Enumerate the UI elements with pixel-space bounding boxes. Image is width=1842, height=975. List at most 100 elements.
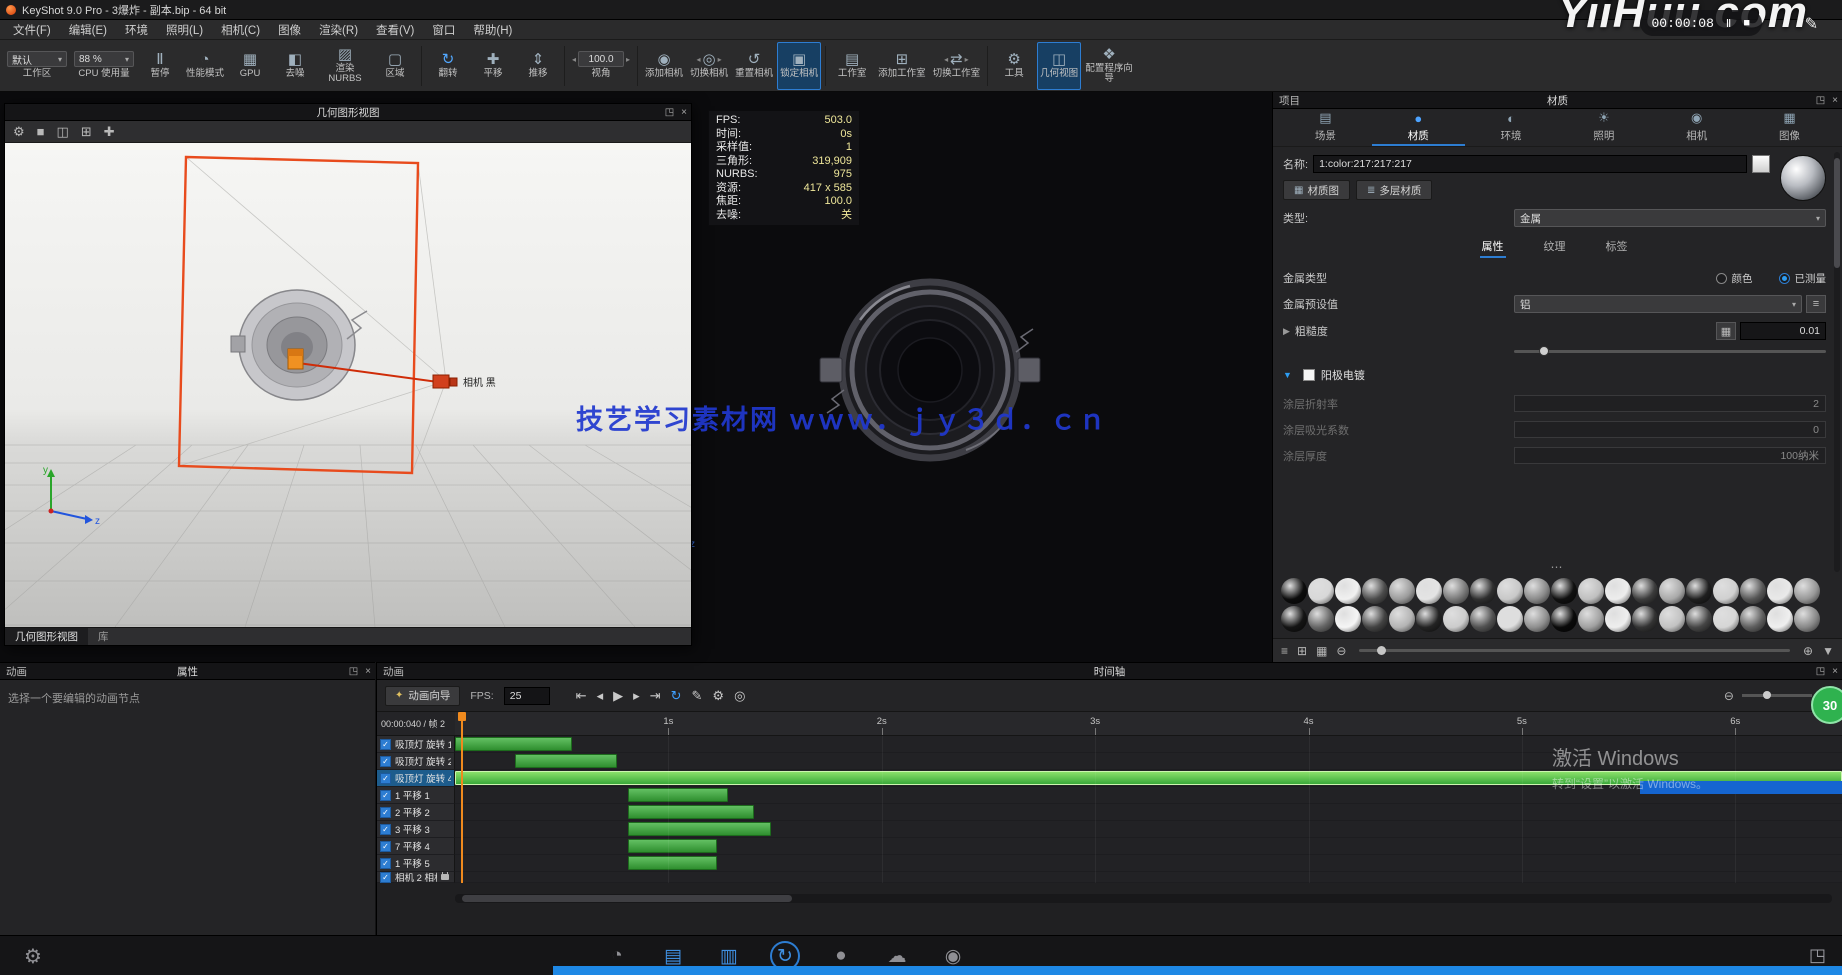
- small-thumbs-icon[interactable]: ⊞: [1297, 644, 1307, 658]
- material-swatch[interactable]: [1767, 578, 1793, 604]
- pause-button[interactable]: Ⅱ暂停: [138, 42, 182, 90]
- stop-icon[interactable]: ■: [1743, 17, 1750, 29]
- settings-button[interactable]: ⚙: [13, 124, 25, 140]
- project-tab-6[interactable]: ▦图像: [1743, 109, 1836, 146]
- filter-icon[interactable]: ▼: [1822, 644, 1834, 658]
- zoom-out-icon[interactable]: ⊖: [1724, 689, 1734, 703]
- track-checkbox[interactable]: ✓: [380, 858, 391, 869]
- track-lane[interactable]: [455, 872, 1842, 883]
- float-panel-icon[interactable]: ◳: [665, 107, 674, 118]
- track-checkbox[interactable]: ✓: [380, 841, 391, 852]
- material-swatch[interactable]: [1740, 578, 1766, 604]
- geometry-viewport[interactable]: 相机 黑 y z: [5, 143, 691, 627]
- track-header[interactable]: ✓7 平移 4: [377, 838, 455, 855]
- material-swatch[interactable]: [1578, 606, 1604, 632]
- close-panel-icon[interactable]: ×: [365, 666, 371, 677]
- track-lane[interactable]: [455, 838, 1842, 855]
- material-subtab-2[interactable]: 纹理: [1542, 236, 1568, 258]
- material-swatch[interactable]: [1578, 578, 1604, 604]
- roughness-field[interactable]: 0.01: [1740, 322, 1826, 340]
- geometry-tab-2[interactable]: 库: [88, 628, 119, 645]
- material-swatch[interactable]: [1686, 578, 1712, 604]
- material-swatch[interactable]: [1281, 578, 1307, 604]
- material-swatch[interactable]: [1389, 578, 1415, 604]
- metal-type-option-2[interactable]: 已测量: [1779, 271, 1827, 286]
- material-swatch[interactable]: [1713, 578, 1739, 604]
- material-swatch[interactable]: [1308, 578, 1334, 604]
- menu-item-9[interactable]: 窗口: [423, 20, 464, 39]
- material-swatch[interactable]: [1362, 578, 1388, 604]
- float-panel-icon[interactable]: ◳: [349, 666, 358, 677]
- roughness-slider[interactable]: [1514, 345, 1826, 357]
- keyframe-bar[interactable]: [628, 788, 728, 802]
- keyframe-bar[interactable]: [628, 822, 771, 836]
- track-header[interactable]: ✓1 平移 1: [377, 787, 455, 804]
- geometry-view-button[interactable]: ◫几何视图: [1037, 42, 1081, 90]
- step-forward-button[interactable]: ▸: [633, 688, 640, 704]
- menu-item-6[interactable]: 图像: [269, 20, 310, 39]
- material-swatch[interactable]: [1308, 606, 1334, 632]
- material-swatch[interactable]: [1713, 606, 1739, 632]
- project-tab-2[interactable]: ●材质: [1372, 109, 1465, 146]
- material-swatch[interactable]: [1497, 578, 1523, 604]
- preset-menu-button[interactable]: ≡: [1806, 295, 1826, 313]
- material-swatch[interactable]: [1470, 606, 1496, 632]
- material-name-field[interactable]: 1:color:217:217:217: [1313, 155, 1747, 173]
- track-checkbox[interactable]: ✓: [380, 790, 391, 801]
- material-subtab-3[interactable]: 标签: [1604, 236, 1630, 258]
- menu-item-8[interactable]: 查看(V): [367, 20, 423, 39]
- tumble-button[interactable]: ↻翻转: [426, 42, 470, 90]
- scrollbar-thumb[interactable]: [1834, 158, 1840, 268]
- reset-camera-button[interactable]: ↺重置相机: [732, 42, 776, 90]
- material-swatch[interactable]: [1443, 606, 1469, 632]
- metal-preset-select[interactable]: 铝 ▾: [1514, 295, 1802, 313]
- material-swatch[interactable]: [1551, 578, 1577, 604]
- zoom-slider[interactable]: [1742, 694, 1812, 697]
- material-swatch[interactable]: [1362, 606, 1388, 632]
- track-checkbox[interactable]: ✓: [380, 872, 391, 883]
- fps-field[interactable]: 25: [504, 687, 550, 705]
- material-swatch[interactable]: [1659, 578, 1685, 604]
- keyframe-bar[interactable]: [455, 737, 572, 751]
- fov-field-value[interactable]: 100.0: [578, 51, 624, 67]
- cpu-usage-combo[interactable]: 88 %▾CPU 使用量: [71, 49, 137, 82]
- large-thumbs-icon[interactable]: ▦: [1316, 644, 1327, 658]
- keyframe-bar[interactable]: [628, 805, 754, 819]
- add-studio-button[interactable]: ⊞添加工作室: [875, 42, 929, 90]
- track-lane[interactable]: [455, 804, 1842, 821]
- menu-item-3[interactable]: 环境: [116, 20, 157, 39]
- material-subtab-1[interactable]: 属性: [1480, 236, 1506, 258]
- slider-thumb[interactable]: [1539, 346, 1549, 356]
- project-tab-1[interactable]: ▤场景: [1279, 109, 1372, 146]
- track-header[interactable]: ✓3 平移 3: [377, 821, 455, 838]
- menu-item-7[interactable]: 渲染(R): [310, 20, 367, 39]
- anodize-checkbox[interactable]: [1303, 369, 1315, 381]
- material-swatch[interactable]: [1416, 606, 1442, 632]
- pan-button[interactable]: ✚平移: [471, 42, 515, 90]
- zoom-in-icon[interactable]: ⊕: [1803, 644, 1813, 658]
- float-panel-icon[interactable]: ◳: [1816, 95, 1825, 106]
- close-panel-icon[interactable]: ×: [1832, 95, 1838, 106]
- menu-item-1[interactable]: 文件(F): [4, 20, 60, 39]
- region-button[interactable]: ▢区域: [373, 42, 417, 90]
- timeline-ruler[interactable]: 1s2s3s4s5s6s: [455, 712, 1842, 736]
- move-button[interactable]: ✚: [104, 124, 115, 140]
- material-swatch[interactable]: [1686, 606, 1712, 632]
- wizard-button[interactable]: ❖配置程序向导: [1082, 42, 1136, 90]
- settings-button[interactable]: ⚙: [712, 688, 724, 704]
- lock-camera-button[interactable]: ▣锁定相机: [777, 42, 821, 90]
- material-swatch[interactable]: [1335, 578, 1361, 604]
- slider-thumb[interactable]: [1763, 691, 1771, 699]
- metal-type-option-1[interactable]: 颜色: [1716, 271, 1753, 286]
- track-header[interactable]: ✓吸顶灯 旋转 2: [377, 753, 455, 770]
- curve-button[interactable]: ✎: [692, 688, 703, 704]
- jump-start-button[interactable]: ⇤: [576, 688, 587, 704]
- pencil-icon[interactable]: ✎: [1805, 14, 1818, 34]
- add-camera-button[interactable]: ◉添加相机: [642, 42, 686, 90]
- gpu-button[interactable]: ▦GPU: [228, 42, 272, 90]
- material-swatch[interactable]: [1470, 578, 1496, 604]
- track-header[interactable]: ✓吸顶灯 旋转 1: [377, 736, 455, 753]
- material-swatch[interactable]: [1605, 606, 1631, 632]
- hotkeys-button[interactable]: ⚙: [24, 944, 42, 969]
- material-swatch[interactable]: [1632, 606, 1658, 632]
